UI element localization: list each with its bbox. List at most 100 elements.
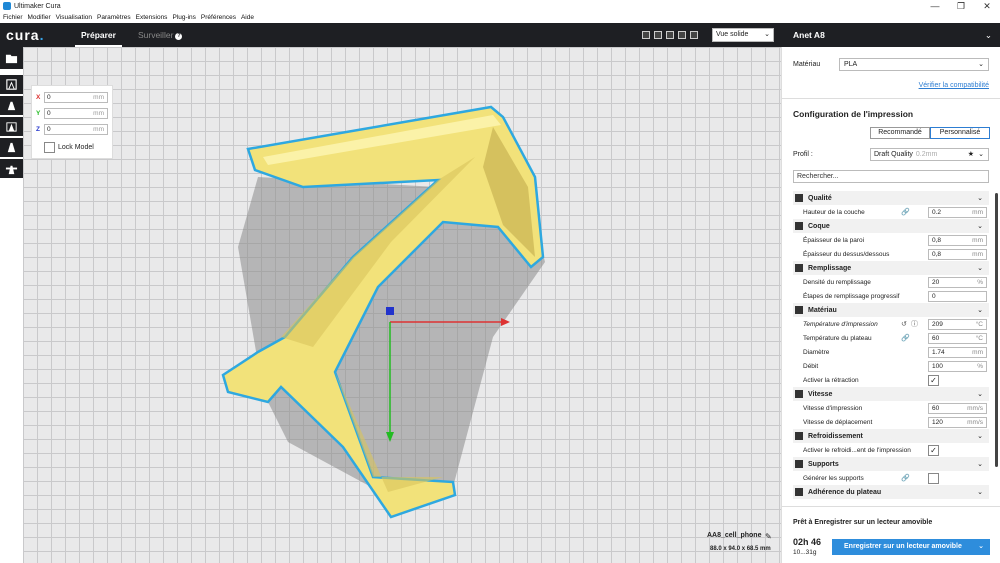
menu-edit[interactable]: Modifier [28, 14, 51, 21]
infill-density-input[interactable]: 20% [928, 276, 987, 288]
retraction-checkbox[interactable]: ✓ [928, 374, 939, 386]
speed-icon [795, 390, 803, 398]
setting-diameter: Diamètre 1.74 mm [793, 345, 989, 359]
y-input[interactable]: 0 mm [44, 108, 108, 119]
menu-plugins[interactable]: Plug-ins [172, 14, 195, 21]
category-adhesion[interactable]: Adhérence du plateau ⌄ [793, 485, 989, 499]
rotate-icon [6, 122, 17, 132]
3d-viewport[interactable] [23, 47, 781, 563]
tab-prepare[interactable]: Préparer [75, 23, 122, 47]
setting-layer-height: Hauteur de la couche 🔗 0.2 mm [793, 205, 989, 219]
menu-view[interactable]: Visualisation [56, 14, 92, 21]
material-select[interactable]: PLA ⌄ [839, 58, 989, 71]
print-temperature-input[interactable]: 209 °C [928, 318, 987, 330]
x-coordinate-row: X 0 mm [36, 92, 108, 103]
menu-preferences[interactable]: Préférences [201, 14, 236, 21]
reset-icon[interactable]: ↺ [901, 320, 907, 328]
setup-mode-tabs: Recommandé Personnalisé [870, 127, 990, 139]
view-3d-icon[interactable] [642, 31, 650, 39]
check-compatibility-link[interactable]: Vérifier la compatibilité [919, 82, 989, 89]
bed-temperature-input[interactable]: 60 °C [928, 332, 987, 344]
material-label: Matériau [793, 61, 821, 68]
travel-speed-input[interactable]: 120 mm/s [928, 416, 987, 428]
divider [782, 98, 1000, 99]
category-quality[interactable]: Qualité ⌄ [793, 191, 989, 205]
x-input[interactable]: 0 mm [44, 92, 108, 103]
material-estimate: 10...31g [793, 549, 817, 556]
category-shell[interactable]: Coque ⌄ [793, 219, 989, 233]
link-icon: 🔗 [901, 209, 910, 216]
menu-settings[interactable]: Paramètres [97, 14, 131, 21]
main-header: cura. Préparer Surveiller? Vue solide ⌄ [0, 23, 781, 47]
chevron-down-icon: ⌄ [977, 195, 983, 202]
category-support[interactable]: Supports ⌄ [793, 457, 989, 471]
close-button[interactable]: ✕ [974, 0, 1000, 12]
settings-scrollbar[interactable] [995, 193, 998, 467]
support-checkbox[interactable] [928, 472, 939, 484]
settings-list: Qualité ⌄ Hauteur de la couche 🔗 0.2 mm Coqu… [793, 191, 989, 503]
lock-model-row: Lock Model [44, 142, 94, 153]
chevron-down-icon: ⌄ [977, 489, 983, 496]
view-left-icon[interactable] [678, 31, 686, 39]
rotate-tool-button[interactable] [0, 117, 23, 138]
menu-file[interactable]: Fichier [3, 14, 23, 21]
support-icon [795, 460, 803, 468]
help-icon: ? [175, 33, 183, 40]
mirror-tool-button[interactable] [0, 138, 23, 159]
settings-search-input[interactable]: Rechercher... [793, 170, 989, 183]
cura-app-icon [3, 2, 11, 10]
menu-help[interactable]: Aide [241, 14, 254, 21]
setting-retraction: Activer la rétraction ✓ [793, 373, 989, 387]
setting-topbottom-thickness: Épaisseur du dessus/dessous 0,8 mm [793, 247, 989, 261]
view-top-icon[interactable] [666, 31, 674, 39]
window-title: Ultimaker Cura [14, 2, 61, 10]
scale-tool-button[interactable] [0, 96, 23, 117]
flow-input[interactable]: 100% [928, 360, 987, 372]
setting-flow: Débit 100% [793, 359, 989, 373]
move-tool-panel: X 0 mm Y 0 mm Z 0 mm Lock Model [31, 85, 113, 159]
lock-model-checkbox[interactable] [44, 142, 55, 153]
tab-monitor[interactable]: Surveiller? [138, 23, 183, 47]
cooling-checkbox[interactable]: ✓ [928, 444, 939, 456]
infill-steps-input[interactable]: 0 [928, 290, 987, 302]
print-speed-input[interactable]: 60 mm/s [928, 402, 987, 414]
window-controls: — ❐ ✕ [922, 0, 1000, 12]
scale-icon [7, 101, 16, 111]
y-coordinate-row: Y 0 mm [36, 108, 108, 119]
pencil-icon[interactable]: ✎ [765, 532, 772, 541]
topbottom-thickness-input[interactable]: 0,8 mm [928, 248, 987, 260]
info-icon[interactable]: ⓘ [911, 319, 918, 329]
z-axis-handle[interactable] [386, 307, 394, 315]
chevron-down-icon: ⌄ [977, 265, 983, 272]
layer-height-input[interactable]: 0.2 mm [928, 206, 987, 218]
tab-custom[interactable]: Personnalisé [930, 127, 990, 139]
material-icon [795, 306, 803, 314]
chevron-down-icon: ⌄ [977, 391, 983, 398]
category-infill[interactable]: Remplissage ⌄ [793, 261, 989, 275]
view-right-icon[interactable] [690, 31, 698, 39]
profile-select[interactable]: Draft Quality 0.2mm ★ ⌄ [870, 148, 989, 161]
move-tool-button[interactable] [0, 75, 23, 96]
category-material[interactable]: Matériau ⌄ [793, 303, 989, 317]
category-cooling[interactable]: Refroidissement ⌄ [793, 429, 989, 443]
tab-recommended[interactable]: Recommandé [870, 127, 930, 139]
menu-extensions[interactable]: Extensions [136, 14, 168, 21]
view-mode-select[interactable]: Vue solide ⌄ [712, 28, 774, 42]
link-icon: 🔗 [901, 335, 910, 342]
diameter-input[interactable]: 1.74 mm [928, 346, 987, 358]
x-axis-arrow[interactable] [501, 318, 510, 326]
cura-window: Ultimaker Cura — ❐ ✕ Fichier Modifier Vi… [0, 0, 1000, 563]
maximize-button[interactable]: ❐ [948, 0, 974, 12]
support-blocker-button[interactable] [0, 159, 23, 180]
view-front-icon[interactable] [654, 31, 662, 39]
wall-thickness-input[interactable]: 0,8 mm [928, 234, 987, 246]
save-to-removable-button[interactable]: Enregistrer sur un lecteur amovible ⌄ [832, 539, 990, 555]
setting-generate-support: Générer les supports 🔗 [793, 471, 989, 485]
category-speed[interactable]: Vitesse ⌄ [793, 387, 989, 401]
open-file-button[interactable] [0, 47, 23, 75]
setting-bed-temperature: Température du plateau 🔗 60 °C [793, 331, 989, 345]
printer-selector[interactable]: Anet A8 ⌄ [781, 23, 1000, 47]
z-input[interactable]: 0 mm [44, 124, 108, 135]
minimize-button[interactable]: — [922, 0, 948, 12]
chevron-down-icon: ⌄ [977, 223, 983, 230]
